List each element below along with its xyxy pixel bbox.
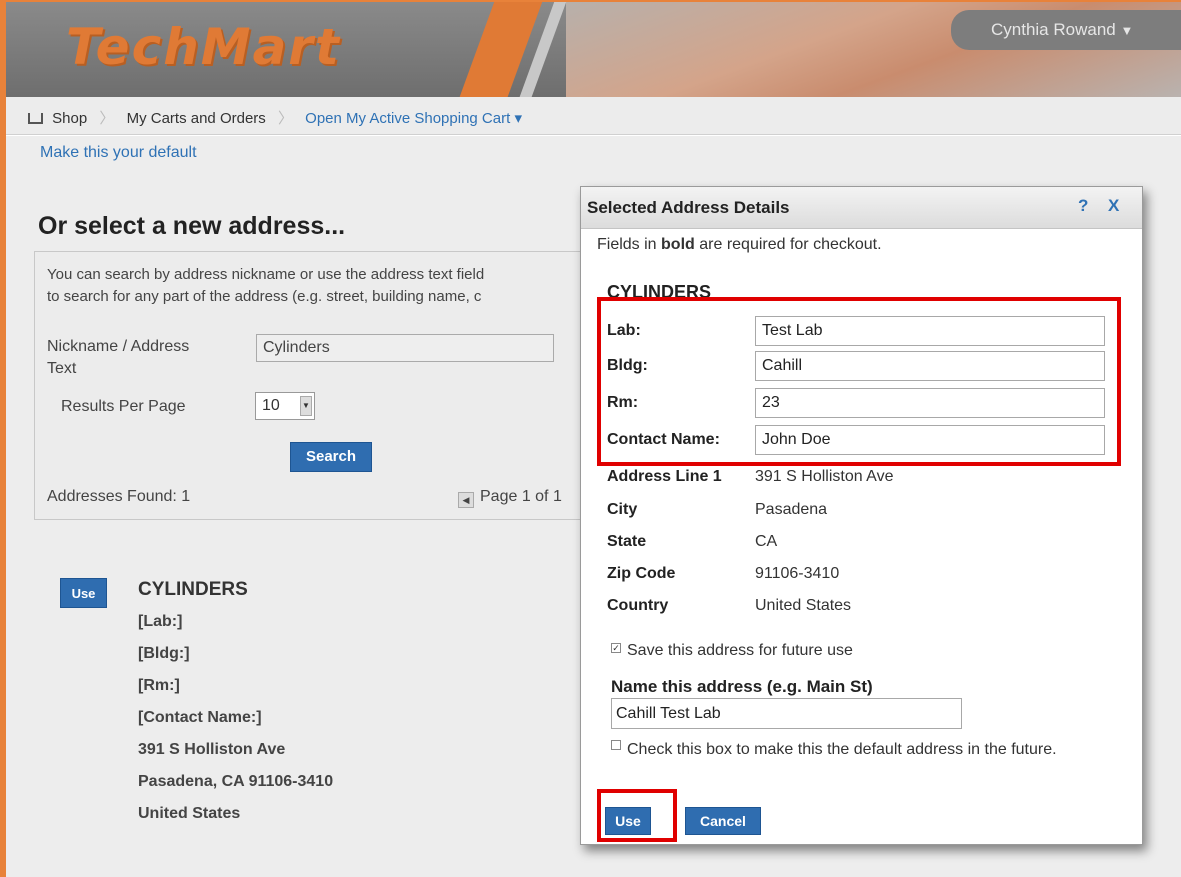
user-name: Cynthia Rowand xyxy=(991,20,1116,39)
result-line: CYLINDERS xyxy=(138,579,248,600)
chevron-down-icon: ▼ xyxy=(300,396,312,416)
cart-icon xyxy=(28,113,43,124)
result-line: [Bldg:] xyxy=(138,645,190,662)
result-line: [Rm:] xyxy=(138,677,180,694)
detail-value: 391 S Holliston Ave xyxy=(755,468,894,485)
nickname-label: Nickname / Address xyxy=(47,338,190,355)
result-line: [Contact Name:] xyxy=(138,709,262,726)
save-address-checkbox[interactable]: ✓ xyxy=(611,643,621,653)
address-result-lines: CYLINDERS [Lab:] [Bldg:] [Rm:] [Contact … xyxy=(138,574,458,830)
detail-value: Pasadena xyxy=(755,501,828,518)
section-title: Or select a new address... xyxy=(38,212,346,240)
name-address-label: Name this address (e.g. Main St) xyxy=(611,677,873,696)
breadcrumb-shop[interactable]: Shop xyxy=(52,110,87,127)
dialog-header: Selected Address Details ? X xyxy=(581,187,1142,229)
address-search-panel: You can search by address nickname or us… xyxy=(34,251,594,520)
note-bold: bold xyxy=(661,236,695,253)
detail-label: State xyxy=(607,533,647,550)
cancel-button[interactable]: Cancel xyxy=(685,807,761,835)
default-option-text: Check this box to make this the default … xyxy=(611,739,1091,761)
breadcrumb-active-cart[interactable]: Open My Active Shopping Cart ▾ xyxy=(305,110,522,127)
pager-text: Page 1 of 1 xyxy=(480,488,562,505)
highlight-required-fields xyxy=(597,297,1121,466)
chevron-down-icon: ▾ xyxy=(514,110,522,127)
detail-label: Zip Code xyxy=(607,565,676,582)
user-menu[interactable]: Cynthia Rowand ▼ xyxy=(951,10,1181,50)
result-line: 391 S Holliston Ave xyxy=(138,741,286,758)
detail-value: United States xyxy=(755,597,852,614)
dialog-title: Selected Address Details xyxy=(587,198,790,217)
result-line: United States xyxy=(138,805,241,822)
pager: ◀ Page 1 of 1 xyxy=(458,488,562,508)
address-details-dialog: Selected Address Details ? X Fields in b… xyxy=(580,186,1143,845)
help-line: to search for any part of the address (e… xyxy=(47,288,482,305)
chevron-right-icon: 〉 xyxy=(277,110,293,127)
search-button[interactable]: Search xyxy=(290,442,372,472)
addresses-found: Addresses Found: 1 xyxy=(47,488,191,505)
note-text: Fields in xyxy=(597,236,662,253)
detail-label: Address Line 1 xyxy=(607,468,722,485)
address-name-input[interactable]: Cahill Test Lab xyxy=(611,698,962,729)
results-per-page-label: Results Per Page xyxy=(61,398,186,415)
breadcrumb-active-label: Open My Active Shopping Cart xyxy=(305,110,511,127)
help-line: You can search by address nickname or us… xyxy=(47,266,485,283)
detail-value: CA xyxy=(755,533,778,550)
default-address-label: Check this box to make this the default … xyxy=(627,741,1057,758)
search-help-text: You can search by address nickname or us… xyxy=(47,264,593,308)
save-address-label: Save this address for future use xyxy=(627,642,853,659)
techmart-logo[interactable]: TechMart xyxy=(66,18,341,76)
detail-value: 91106-3410 xyxy=(755,565,840,582)
make-default-link[interactable]: Make this your default xyxy=(40,144,197,162)
detail-label: City xyxy=(607,501,638,518)
results-per-page-select[interactable]: 10 ▼ xyxy=(255,392,315,420)
per-page-value: 10 xyxy=(262,397,280,414)
default-address-checkbox[interactable] xyxy=(611,740,621,750)
breadcrumb-carts-orders[interactable]: My Carts and Orders xyxy=(127,110,266,127)
site-header: TechMart Cynthia Rowand ▼ xyxy=(6,2,1181,97)
previous-page-icon[interactable]: ◀ xyxy=(458,492,474,508)
required-fields-note: Fields in bold are required for checkout… xyxy=(597,236,882,254)
default-address-option: Check this box to make this the default … xyxy=(611,739,1091,761)
nickname-address-input[interactable] xyxy=(256,334,554,362)
result-line: [Lab:] xyxy=(138,613,183,630)
help-icon[interactable]: ? xyxy=(1078,196,1088,216)
nickname-label-cont: Text xyxy=(47,360,77,377)
chevron-down-icon: ▼ xyxy=(1120,23,1134,38)
close-icon[interactable]: X xyxy=(1108,196,1119,216)
highlight-use-button xyxy=(597,789,677,842)
note-text: are required for checkout. xyxy=(694,236,882,253)
result-line: Pasadena, CA 91106-3410 xyxy=(138,773,334,790)
chevron-right-icon: 〉 xyxy=(99,110,115,127)
save-address-option: ✓ Save this address for future use xyxy=(611,642,853,660)
use-address-button[interactable]: Use xyxy=(60,578,107,608)
detail-label: Country xyxy=(607,597,669,614)
breadcrumb: Shop 〉 My Carts and Orders 〉 Open My Act… xyxy=(6,97,1181,135)
